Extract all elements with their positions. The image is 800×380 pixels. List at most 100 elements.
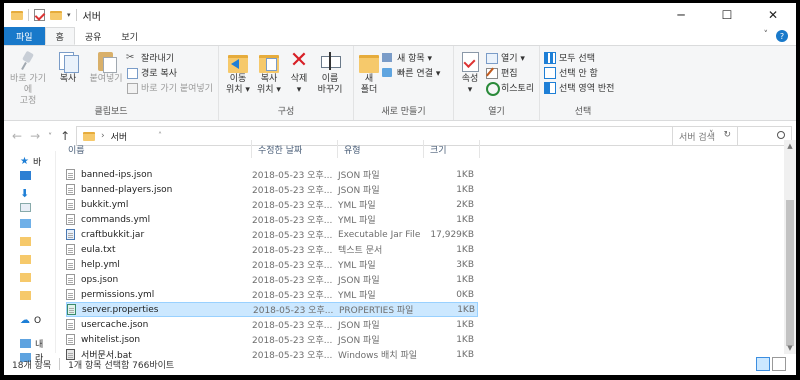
column-header-size[interactable]: 크기 [424, 140, 480, 158]
file-row[interactable]: commands.yml 2018-05-23 오후... YML 파일 1KB [66, 212, 478, 227]
file-icon [66, 334, 75, 345]
scroll-down-icon[interactable]: ▼ [786, 344, 794, 352]
file-row[interactable]: bukkit.yml 2018-05-23 오후... YML 파일 2KB [66, 197, 478, 212]
file-date: 2018-05-23 오후... [252, 216, 333, 226]
paste-shortcut-icon [126, 82, 138, 94]
delete-button[interactable]: ✕ 삭제 ▾ [285, 50, 313, 96]
edit-button[interactable]: 편집 [486, 66, 518, 79]
file-name-cell: bukkit.yml [66, 199, 128, 210]
tab-home[interactable]: 홈 [44, 27, 75, 45]
nav-item-documents[interactable] [20, 203, 50, 212]
new-folder-icon[interactable] [50, 10, 62, 20]
nav-item-pictures[interactable] [20, 219, 50, 228]
paste-shortcut-button[interactable]: 바로 가기 붙여넣기 [126, 81, 213, 94]
file-date: 2018-05-23 오후... [252, 231, 333, 241]
nav-item-folder-3[interactable] [20, 273, 50, 282]
tab-file[interactable]: 파일 [4, 27, 45, 45]
file-date: 2018-05-23 오후... [252, 261, 333, 271]
close-button[interactable]: ✕ [750, 3, 796, 27]
file-name-cell: banned-players.json [66, 184, 172, 195]
file-type: JSON 파일 [338, 336, 380, 346]
nav-item-this-pc[interactable]: 내 [20, 337, 50, 350]
title-bar: ▾ 서버 ─ ☐ ✕ [4, 3, 796, 27]
column-header-name[interactable]: 이름 ˄ [62, 131, 252, 158]
file-row[interactable]: banned-ips.json 2018-05-23 오후... JSON 파일 1K… [66, 167, 478, 182]
copy-path-icon [126, 67, 138, 79]
file-icon [66, 169, 75, 180]
folder-icon [20, 291, 31, 300]
scrollbar-thumb[interactable] [786, 200, 794, 346]
file-icon [66, 259, 75, 270]
minimize-button[interactable]: ─ [658, 3, 704, 27]
new-group: 새 폴더 새 항목 ▾ 빠른 연결 ▾ 새로 만들기 [354, 46, 454, 120]
file-name: whitelist.json [81, 334, 141, 345]
scroll-up-icon[interactable]: ▲ [786, 142, 794, 150]
vertical-scrollbar[interactable]: ▲ ▼ [784, 140, 796, 354]
file-name-cell: usercache.json [66, 319, 148, 330]
new-folder-button[interactable]: 새 폴더 [356, 50, 382, 96]
properties-icon[interactable] [34, 9, 45, 21]
rename-button[interactable]: 이름 바꾸기 [313, 50, 347, 96]
cut-button[interactable]: ✂ 잘라내기 [126, 51, 174, 64]
clipboard-group-label: 클립보드 [94, 107, 128, 117]
file-name-cell: commands.yml [66, 214, 150, 225]
file-row[interactable]: ops.json 2018-05-23 오후... JSON 파일 1KB [66, 272, 478, 287]
paste-button[interactable]: 붙여넣기 [86, 50, 126, 85]
move-to-button[interactable]: 이동 위치 ▾ [223, 50, 253, 96]
copy-button[interactable]: 복사 [52, 50, 84, 85]
history-button[interactable]: 히스토리 [486, 81, 534, 96]
file-date: 2018-05-23 오후... [252, 276, 333, 286]
forward-arrow-icon[interactable]: → [30, 129, 40, 143]
file-row[interactable]: banned-players.json 2018-05-23 오후... JSON … [66, 182, 478, 197]
select-none-button[interactable]: 선택 안 함 [544, 66, 598, 79]
properties-button[interactable]: 속성 ▾ [456, 50, 484, 96]
nav-item-folder-4[interactable] [20, 291, 50, 300]
nav-item-folder-1[interactable] [20, 237, 50, 246]
file-date: 2018-05-23 오후... [252, 171, 333, 181]
file-row[interactable]: permissions.yml 2018-05-23 오후... YML 파일 0KB [66, 287, 478, 302]
select-all-button[interactable]: 모두 선택 [544, 51, 595, 64]
large-icons-view-icon[interactable] [772, 357, 786, 371]
file-row[interactable]: craftbukkit.jar 2018-05-23 오후... Executabl… [66, 227, 478, 242]
nav-item-onedrive[interactable]: ☁ O [20, 315, 50, 326]
column-headers: 이름 ˄ 수정한 날짜 유형 크기 [56, 131, 796, 160]
file-name-cell: help.yml [66, 259, 120, 270]
pin-to-quick-access-button[interactable]: 바로 가기에 고정 [6, 50, 50, 107]
back-arrow-icon[interactable]: ← [12, 129, 22, 143]
rename-icon [319, 50, 341, 72]
nav-item-quick-access[interactable]: ★ 바 [20, 155, 50, 168]
window-title: 서버 [82, 11, 101, 23]
open-button[interactable]: 열기 ▾ [486, 51, 525, 64]
maximize-button[interactable]: ☐ [704, 3, 750, 27]
file-row[interactable]: eula.txt 2018-05-23 오후... 텍스트 문서 1KB [66, 242, 478, 257]
nav-item-downloads[interactable]: ⬇ [20, 187, 50, 200]
download-icon: ⬇ [20, 187, 30, 200]
help-icon[interactable]: ? [776, 30, 788, 42]
file-row[interactable]: help.yml 2018-05-23 오후... YML 파일 3KB [66, 257, 478, 272]
copy-to-button[interactable]: 복사 위치 ▾ [253, 50, 285, 96]
nav-item-folder-2[interactable] [20, 255, 50, 264]
new-item-button[interactable]: 새 항목 ▾ [382, 51, 432, 64]
column-header-date[interactable]: 수정한 날짜 [252, 140, 338, 158]
file-size: 1KB [457, 304, 475, 315]
tab-share[interactable]: 공유 [75, 27, 112, 45]
file-row[interactable]: server.properties 2018-05-23 오후... PROPERT… [66, 302, 478, 317]
column-header-type[interactable]: 유형 [338, 140, 424, 158]
cloud-icon: ☁ [20, 315, 30, 326]
new-group-label: 새로 만들기 [381, 107, 426, 117]
tab-view[interactable]: 보기 [111, 27, 148, 45]
customize-toolbar-dropdown-icon[interactable]: ▾ [67, 11, 71, 19]
file-row[interactable]: whitelist.json 2018-05-23 오후... JSON 파일 1KB [66, 332, 478, 347]
nav-item-desktop[interactable] [20, 171, 50, 180]
easy-access-button[interactable]: 빠른 연결 ▾ [382, 66, 440, 79]
copy-path-button[interactable]: 경로 복사 [126, 66, 177, 79]
details-view-icon[interactable] [756, 357, 770, 371]
invert-selection-button[interactable]: 선택 영역 반전 [544, 81, 614, 94]
file-row[interactable]: usercache.json 2018-05-23 오후... JSON 파일 1KB [66, 317, 478, 332]
file-size: 1KB [456, 184, 474, 195]
recent-locations-dropdown-icon[interactable]: ˅ [48, 132, 52, 141]
file-icon [66, 289, 75, 300]
file-name: craftbukkit.jar [81, 229, 145, 240]
ribbon-expand-icon[interactable]: ˅ [764, 30, 769, 42]
file-name: banned-ips.json [81, 169, 153, 180]
